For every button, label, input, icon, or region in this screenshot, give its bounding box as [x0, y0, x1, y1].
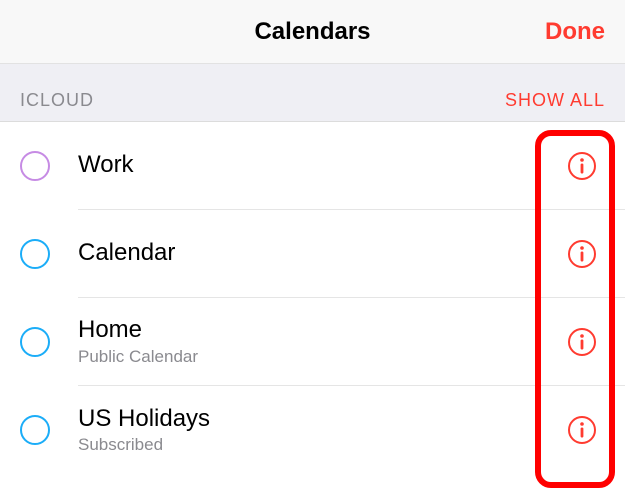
page-title: Calendars — [254, 18, 370, 46]
info-icon[interactable] — [567, 327, 597, 357]
row-labels: US Holidays Subscribed — [78, 405, 210, 456]
calendar-subtitle: Public Calendar — [78, 347, 198, 367]
info-icon[interactable] — [567, 151, 597, 181]
calendar-row-us-holidays[interactable]: US Holidays Subscribed — [0, 386, 625, 474]
calendar-name: US Holidays — [78, 405, 210, 434]
show-all-button[interactable]: SHOW ALL — [505, 90, 605, 111]
selection-circle-icon[interactable] — [20, 151, 50, 181]
info-icon[interactable] — [567, 239, 597, 269]
done-button[interactable]: Done — [545, 18, 605, 46]
row-labels: Work — [78, 151, 134, 180]
calendar-row-work[interactable]: Work — [0, 122, 625, 210]
calendar-subtitle: Subscribed — [78, 435, 210, 455]
calendar-name: Home — [78, 316, 198, 345]
selection-circle-icon[interactable] — [20, 239, 50, 269]
calendar-name: Calendar — [78, 239, 175, 268]
row-content: Home Public Calendar — [78, 298, 625, 386]
calendars-screen: Calendars Done ICLOUD SHOW ALL Work Cale… — [0, 0, 625, 500]
row-content: Work — [78, 122, 625, 210]
row-labels: Calendar — [78, 239, 175, 268]
section-title: ICLOUD — [20, 90, 94, 111]
navigation-bar: Calendars Done — [0, 0, 625, 64]
selection-circle-icon[interactable] — [20, 415, 50, 445]
calendar-list: Work Calendar Home Publi — [0, 122, 625, 474]
row-content: Calendar — [78, 210, 625, 298]
row-labels: Home Public Calendar — [78, 316, 198, 367]
selection-circle-icon[interactable] — [20, 327, 50, 357]
section-header-icloud: ICLOUD SHOW ALL — [0, 64, 625, 122]
calendar-name: Work — [78, 151, 134, 180]
row-content: US Holidays Subscribed — [78, 386, 625, 474]
info-icon[interactable] — [567, 415, 597, 445]
calendar-row-home[interactable]: Home Public Calendar — [0, 298, 625, 386]
calendar-row-calendar[interactable]: Calendar — [0, 210, 625, 298]
